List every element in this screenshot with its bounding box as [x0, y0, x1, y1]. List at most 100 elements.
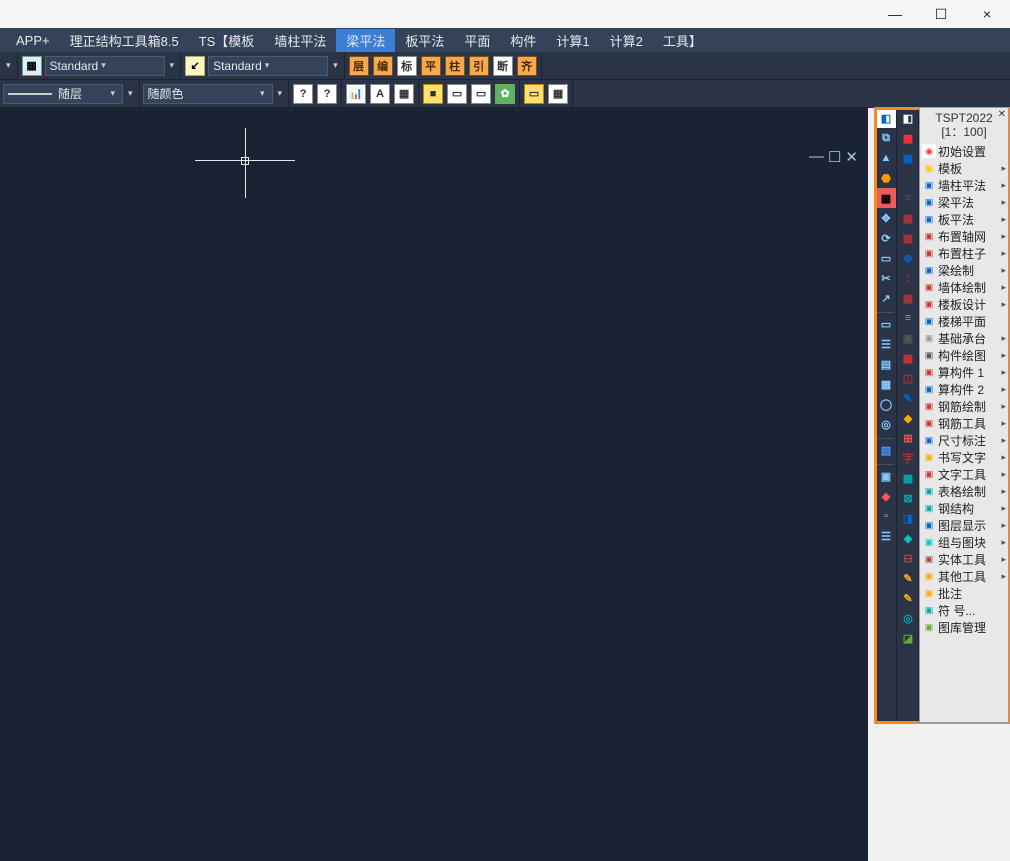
- vbar2-icon-21[interactable]: ◈: [898, 529, 918, 547]
- window-maximize-button[interactable]: ☐: [918, 0, 964, 28]
- tool-icon-c[interactable]: ▭: [470, 83, 492, 105]
- panel-item-13[interactable]: ▣算构件 1▸: [920, 364, 1008, 381]
- panel-item-4[interactable]: ▣板平法▸: [920, 211, 1008, 228]
- panel-item-12[interactable]: ▣构件绘图▸: [920, 347, 1008, 364]
- vbar2-icon-7[interactable]: ⊕: [898, 249, 918, 267]
- panel-item-25[interactable]: ▣其他工具▸: [920, 568, 1008, 585]
- panel-item-24[interactable]: ▣实体工具▸: [920, 551, 1008, 568]
- style-combo-2[interactable]: Standard ▾: [208, 56, 328, 76]
- layer-combo[interactable]: 随层 ▾: [3, 84, 123, 104]
- letter-icon-断[interactable]: 断: [492, 55, 514, 77]
- vbar2-icon-11[interactable]: ▣: [898, 329, 918, 347]
- extend-icon[interactable]: ↗: [876, 289, 896, 307]
- dropdown-icon[interactable]: ▾: [330, 60, 341, 71]
- tool-icon-d[interactable]: ✿: [494, 83, 516, 105]
- panel-item-16[interactable]: ▣钢筋工具▸: [920, 415, 1008, 432]
- tool-icon-e[interactable]: ▭: [523, 83, 545, 105]
- panel-item-10[interactable]: ▣楼梯平面: [920, 313, 1008, 330]
- panel-item-0[interactable]: ◉初始设置: [920, 143, 1008, 160]
- menu-item-0[interactable]: APP+: [6, 31, 60, 50]
- panel-item-3[interactable]: ▣梁平法▸: [920, 194, 1008, 211]
- letter-icon-标[interactable]: 标: [396, 55, 418, 77]
- stack-icon[interactable]: ▣: [876, 467, 896, 485]
- canvas-minimize-icon[interactable]: —: [809, 148, 824, 166]
- panel-item-14[interactable]: ▣算构件 2▸: [920, 381, 1008, 398]
- vbar2-icon-18[interactable]: ▦: [898, 469, 918, 487]
- vbar2-icon-16[interactable]: ⊞: [898, 429, 918, 447]
- window-minimize-button[interactable]: —: [872, 0, 918, 28]
- vbar2-icon-9[interactable]: ▦: [898, 289, 918, 307]
- menu-item-5[interactable]: 板平法: [395, 29, 454, 52]
- panel-item-26[interactable]: ▣批注: [920, 585, 1008, 602]
- vbar2-icon-26[interactable]: ◪: [898, 629, 918, 647]
- grid-icon[interactable]: ▦: [876, 189, 896, 207]
- book-icon[interactable]: ▤: [876, 355, 896, 373]
- menu-item-3[interactable]: 墙柱平法: [264, 29, 336, 52]
- eraser-icon[interactable]: ◧: [876, 109, 896, 127]
- trim-icon[interactable]: ✂: [876, 269, 896, 287]
- vbar2-icon-25[interactable]: ◎: [898, 609, 918, 627]
- list-icon[interactable]: ☰: [876, 335, 896, 353]
- vbar2-icon-14[interactable]: ✎: [898, 389, 918, 407]
- menu-item-8[interactable]: 计算1: [546, 29, 599, 52]
- vbar2-icon-15[interactable]: ◆: [898, 409, 918, 427]
- panel-item-18[interactable]: ▣书写文字▸: [920, 449, 1008, 466]
- menu-item-7[interactable]: 构件: [500, 29, 546, 52]
- panel-item-6[interactable]: ▣布置柱子▸: [920, 245, 1008, 262]
- panel-item-5[interactable]: ▣布置轴网▸: [920, 228, 1008, 245]
- help-icon-2[interactable]: ?: [316, 83, 338, 105]
- menu-item-4[interactable]: 梁平法: [336, 29, 395, 52]
- menu-item-1[interactable]: 理正结构工具箱8.5: [60, 29, 189, 52]
- circle-icon[interactable]: ◯: [876, 395, 896, 413]
- dropdown-icon[interactable]: ▾: [3, 60, 14, 71]
- vbar2-icon-5[interactable]: ▦: [898, 209, 918, 227]
- vbar2-icon-2[interactable]: ▦: [898, 149, 918, 167]
- scale-icon[interactable]: ▭: [876, 249, 896, 267]
- help-icon[interactable]: ?: [292, 83, 314, 105]
- letter-icon-引[interactable]: 引: [468, 55, 490, 77]
- vbar2-icon-10[interactable]: ≡: [898, 309, 918, 327]
- panel-item-2[interactable]: ▣墙柱平法▸: [920, 177, 1008, 194]
- d-icon[interactable]: ▫: [876, 507, 896, 525]
- dimension-style-icon[interactable]: ↙: [184, 55, 206, 77]
- panel-close-icon[interactable]: ✕: [998, 109, 1006, 120]
- properties-icon[interactable]: ◆: [876, 487, 896, 505]
- vbar2-icon-20[interactable]: ◨: [898, 509, 918, 527]
- vbar2-icon-22[interactable]: ⊟: [898, 549, 918, 567]
- abc-icon[interactable]: A: [369, 83, 391, 105]
- dropdown-icon[interactable]: ▾: [167, 60, 178, 71]
- dropdown-icon[interactable]: ▾: [275, 88, 286, 99]
- menu-item-9[interactable]: 计算2: [600, 29, 653, 52]
- letter-icon-编[interactable]: 编: [372, 55, 394, 77]
- panel-item-19[interactable]: ▣文字工具▸: [920, 466, 1008, 483]
- color-combo[interactable]: 随颜色 ▾: [143, 84, 273, 104]
- vbar2-icon-8[interactable]: ↕: [898, 269, 918, 287]
- letter-icon-柱[interactable]: 柱: [444, 55, 466, 77]
- menu-item-6[interactable]: 平面: [454, 29, 500, 52]
- table-style-icon[interactable]: ▦: [21, 55, 43, 77]
- tool-icon-b[interactable]: ▭: [446, 83, 468, 105]
- vbar2-icon-4[interactable]: ≡: [898, 189, 918, 207]
- tool-icon-f[interactable]: ▦: [547, 83, 569, 105]
- panel-item-11[interactable]: ▣基础承台▸: [920, 330, 1008, 347]
- vbar2-icon-12[interactable]: ▦: [898, 349, 918, 367]
- canvas-restore-icon[interactable]: ☐: [828, 148, 841, 166]
- mirror-icon[interactable]: ▲: [876, 149, 896, 167]
- style-combo-1[interactable]: Standard ▾: [45, 56, 165, 76]
- palette-icon[interactable]: ⬣: [876, 169, 896, 187]
- panel-item-20[interactable]: ▣表格绘制▸: [920, 483, 1008, 500]
- panel-item-28[interactable]: ▣图库管理: [920, 619, 1008, 636]
- vbar2-icon-1[interactable]: ▦: [898, 129, 918, 147]
- vbar2-icon-19[interactable]: ⊠: [898, 489, 918, 507]
- panel-item-17[interactable]: ▣尺寸标注▸: [920, 432, 1008, 449]
- vbar2-icon-24[interactable]: ✎: [898, 589, 918, 607]
- vbar2-icon-17[interactable]: 字: [898, 449, 918, 467]
- panel-item-9[interactable]: ▣楼板设计▸: [920, 296, 1008, 313]
- tool-icon-a[interactable]: ■: [422, 83, 444, 105]
- calendar-icon[interactable]: ▦: [393, 83, 415, 105]
- panel-item-23[interactable]: ▣组与图块▸: [920, 534, 1008, 551]
- panel-item-27[interactable]: ▣符 号...: [920, 602, 1008, 619]
- letter-icon-齐[interactable]: 齐: [516, 55, 538, 77]
- target-icon[interactable]: ◎: [876, 415, 896, 433]
- canvas-close-icon[interactable]: ✕: [845, 148, 858, 166]
